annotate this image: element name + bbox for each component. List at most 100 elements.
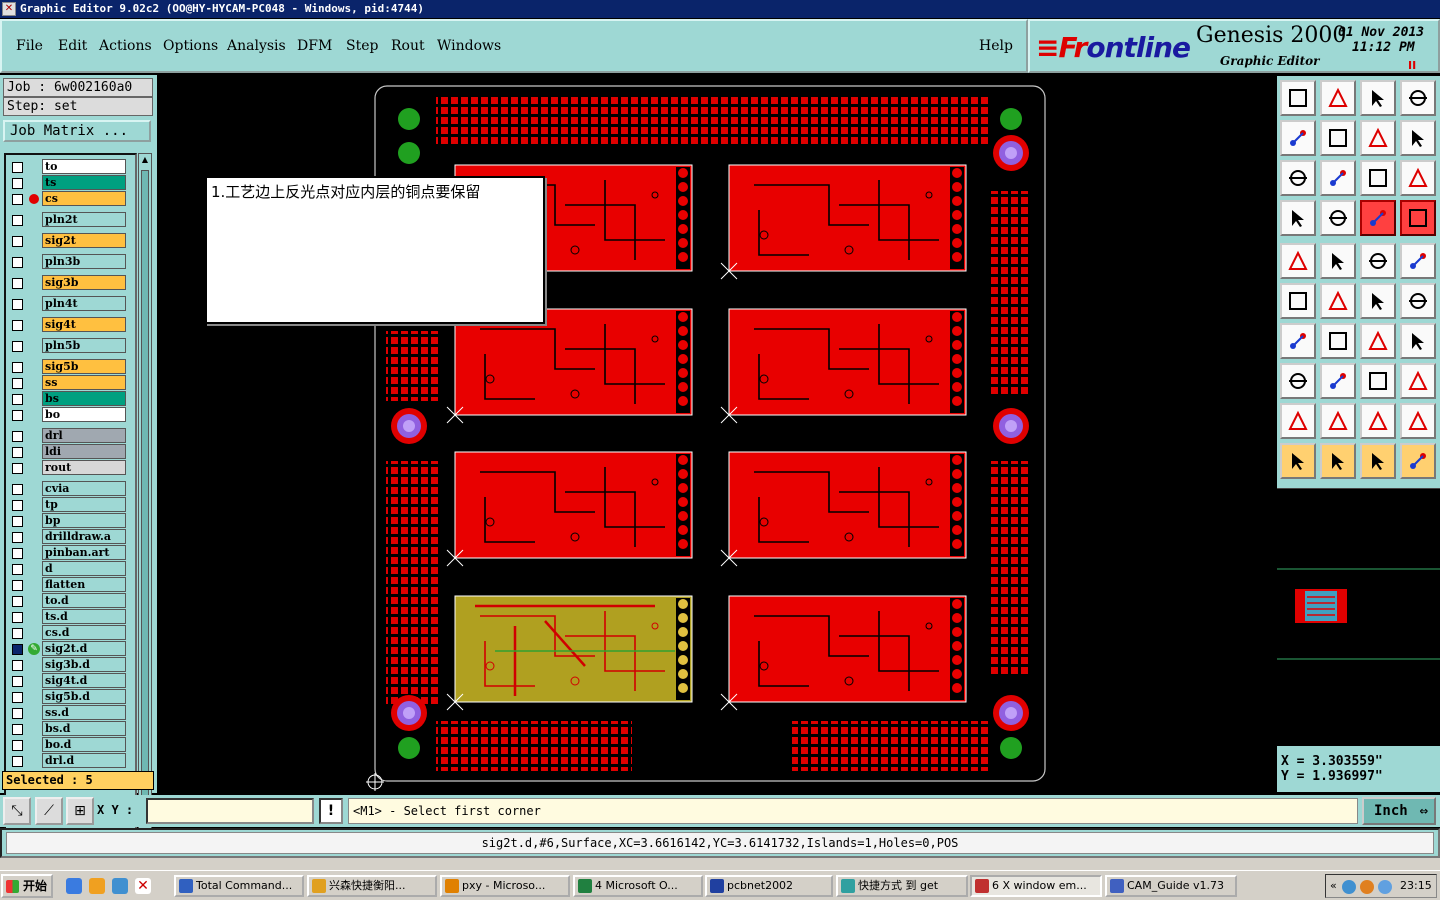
x-app-icon[interactable]: ✕ xyxy=(135,878,151,894)
step-down-icon[interactable] xyxy=(1320,80,1356,116)
layer-checkbox[interactable] xyxy=(12,257,23,268)
taskbar-item[interactable]: pcbnet2002 xyxy=(705,875,833,897)
layer-name[interactable]: sig4t xyxy=(42,317,126,332)
layer-name[interactable]: ts.d xyxy=(42,609,126,624)
dot-icon[interactable] xyxy=(1400,243,1436,279)
menu-step[interactable]: Step xyxy=(346,38,378,54)
menu-edit[interactable]: Edit xyxy=(58,38,87,54)
triangle-c-icon[interactable] xyxy=(1360,403,1396,439)
menu-file[interactable]: File xyxy=(16,38,43,54)
triangle-d-icon[interactable] xyxy=(1400,403,1436,439)
layer-row[interactable]: cvia xyxy=(8,481,132,496)
layer-name[interactable]: sig2t.d xyxy=(42,641,126,656)
layer-name[interactable]: tp xyxy=(42,497,126,512)
layer-checkbox[interactable] xyxy=(12,215,23,226)
layer-checkbox[interactable] xyxy=(12,516,23,527)
layer-name[interactable]: drilldraw.a xyxy=(42,529,126,544)
layer-checkbox[interactable] xyxy=(12,431,23,442)
menu-options[interactable]: Options xyxy=(163,38,218,54)
layer-checkbox[interactable] xyxy=(12,299,23,310)
layer-row[interactable]: flatten xyxy=(8,577,132,592)
layer-checkbox[interactable] xyxy=(12,628,23,639)
layer-row[interactable]: sig4t xyxy=(8,317,132,332)
home-icon[interactable] xyxy=(1280,80,1316,116)
layer-checkbox[interactable] xyxy=(12,724,23,735)
arc-icon[interactable] xyxy=(1360,323,1396,359)
menu-windows[interactable]: Windows xyxy=(437,38,501,54)
layer-row[interactable]: to.d xyxy=(8,593,132,608)
ruler-icon[interactable] xyxy=(1360,243,1396,279)
layer-row[interactable]: sig2t xyxy=(8,233,132,248)
zoom-box-icon[interactable]: ⤡ xyxy=(3,797,31,825)
layer-row[interactable]: ss xyxy=(8,375,132,390)
taskbar-item[interactable]: 4 Microsoft O... xyxy=(573,875,703,897)
layer-checkbox[interactable] xyxy=(12,612,23,623)
layer-checkbox[interactable] xyxy=(12,692,23,703)
layer-row[interactable]: sig3b xyxy=(8,275,132,290)
title-bar[interactable]: ✕ Graphic Editor 9.02c2 (OO@HY-HYCAM-PC0… xyxy=(0,0,1440,18)
layer-name[interactable]: pln3b xyxy=(42,254,126,269)
settings-icon[interactable] xyxy=(1280,200,1316,236)
layer-name[interactable]: pln4t xyxy=(42,296,126,311)
layer-name[interactable]: sig5b.d xyxy=(42,689,126,704)
layer-checkbox[interactable] xyxy=(12,740,23,751)
layer-checkbox[interactable] xyxy=(12,278,23,289)
layer-checkbox[interactable] xyxy=(12,378,23,389)
pan-right-icon[interactable] xyxy=(1320,120,1356,156)
mirror-icon[interactable] xyxy=(1360,120,1396,156)
layer-name[interactable]: ldi xyxy=(42,444,126,459)
layer-row[interactable]: pln3b xyxy=(8,254,132,269)
layer-name[interactable]: to.d xyxy=(42,593,126,608)
pause-icon[interactable]: II xyxy=(1408,59,1416,72)
unit-select[interactable]: Inch ⇔ xyxy=(1362,797,1436,825)
layer-name[interactable]: drl.d xyxy=(42,753,126,768)
snap-a-icon[interactable] xyxy=(1360,200,1396,236)
layer-name[interactable]: ts xyxy=(42,175,126,190)
layer-row[interactable]: sig3b.d xyxy=(8,657,132,672)
circles-icon[interactable] xyxy=(1400,363,1436,399)
layer-row[interactable]: cs xyxy=(8,191,132,206)
layer-checkbox[interactable] xyxy=(12,532,23,543)
tray-expand-icon[interactable]: « xyxy=(1330,875,1337,897)
job-matrix-button[interactable]: Job Matrix ... xyxy=(3,120,151,142)
note-popup[interactable]: 1.工艺边上反光点对应内层的铜点要保留 xyxy=(205,176,545,324)
zoom-fit-icon[interactable] xyxy=(1280,160,1316,196)
layer-row[interactable]: to xyxy=(8,159,132,174)
layer-row[interactable]: drl.d xyxy=(8,753,132,768)
layer-row[interactable]: cs.d xyxy=(8,625,132,640)
layer-scrollbar[interactable]: ▲ ▼ xyxy=(138,153,152,843)
start-button[interactable]: 开始 xyxy=(1,874,53,898)
menu-analysis[interactable]: Analysis xyxy=(227,38,286,54)
clock[interactable]: 23:15 xyxy=(1400,875,1432,897)
select-pad-icon[interactable] xyxy=(1280,243,1316,279)
taskbar-item[interactable]: Total Command... xyxy=(174,875,304,897)
grid-icon[interactable] xyxy=(1320,200,1356,236)
layer-name[interactable]: bo.d xyxy=(42,737,126,752)
snap-angle-icon[interactable]: ⟋ xyxy=(35,797,63,825)
scroll-thumb[interactable] xyxy=(141,170,149,810)
layer-checkbox[interactable] xyxy=(12,463,23,474)
layer-name[interactable]: pinban.art xyxy=(42,545,126,560)
layer-checkbox[interactable] xyxy=(12,394,23,405)
triangle-a-icon[interactable] xyxy=(1280,403,1316,439)
draw-shape-icon[interactable] xyxy=(1320,243,1356,279)
layer-row[interactable]: pinban.art xyxy=(8,545,132,560)
line-dot-icon[interactable] xyxy=(1400,283,1436,319)
layer-name[interactable]: bs.d xyxy=(42,721,126,736)
layer-row[interactable]: bo xyxy=(8,407,132,422)
excl-button[interactable]: ! xyxy=(319,798,343,824)
layer-checkbox[interactable] xyxy=(12,178,23,189)
layer-name[interactable]: rout xyxy=(42,460,126,475)
layer-checkbox[interactable] xyxy=(12,162,23,173)
cross-icon[interactable] xyxy=(1320,283,1356,319)
layer-row[interactable]: pln5b xyxy=(8,338,132,353)
layer-row[interactable]: ts xyxy=(8,175,132,190)
layer-name[interactable]: sig5b xyxy=(42,359,126,374)
scale-1-2-icon[interactable] xyxy=(1360,160,1396,196)
menu-rout[interactable]: Rout xyxy=(391,38,425,54)
layer-checkbox[interactable] xyxy=(12,410,23,421)
layer-checkbox[interactable] xyxy=(12,660,23,671)
layer-row[interactable]: pln2t xyxy=(8,212,132,227)
layer-name[interactable]: bs xyxy=(42,391,126,406)
layer-name[interactable]: cs xyxy=(42,191,126,206)
